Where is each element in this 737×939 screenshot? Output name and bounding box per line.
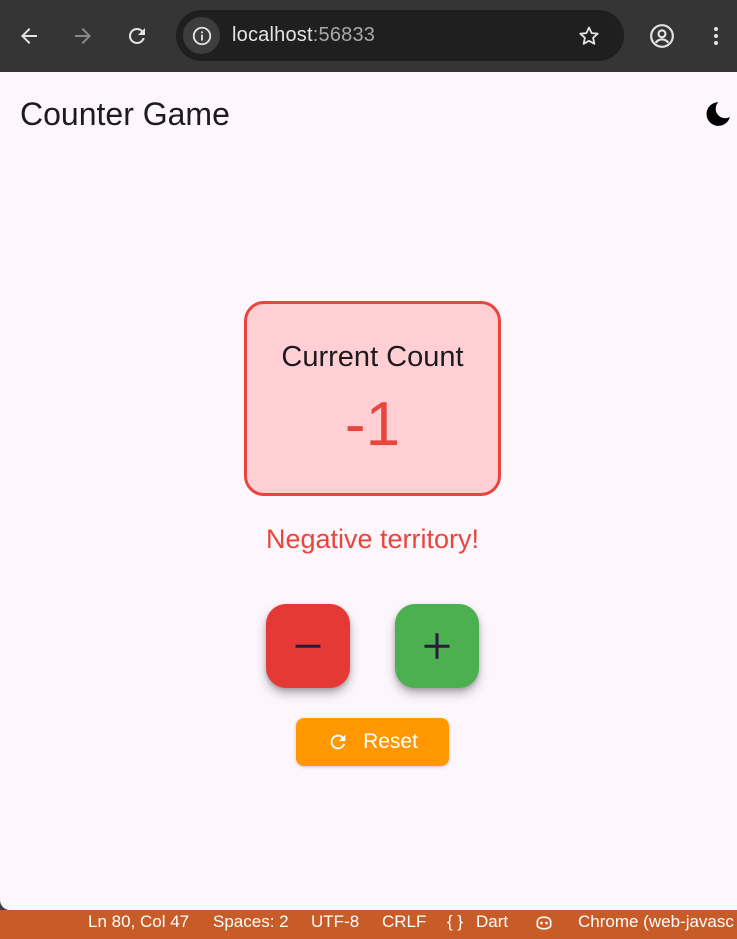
site-info-button[interactable] [183,17,220,54]
account-circle-icon [650,24,674,48]
info-icon [192,26,211,45]
line-ending-setting[interactable]: CRLF [382,911,426,933]
address-bar[interactable]: localhost:56833 [176,10,624,61]
arrow-left-icon [21,28,37,44]
refresh-icon [330,734,346,750]
count-card: Current Count -1 [244,301,501,496]
reset-label: Reset [363,730,418,753]
reset-button[interactable]: Reset [296,718,449,766]
url-host: localhost [232,24,313,46]
browser-toolbar: localhost:56833 [0,0,737,72]
decrement-button[interactable] [266,604,350,688]
reload-button[interactable] [117,16,157,56]
moon-icon [706,102,730,126]
cursor-position[interactable]: Ln 80, Col 47 [88,911,189,933]
target-device[interactable]: Chrome (web-javasc [578,911,734,933]
bookmark-button[interactable] [576,23,602,49]
count-value: -1 [344,390,401,459]
count-label: Current Count [281,341,464,373]
arrow-right-icon [75,28,91,44]
copilot-icon[interactable] [534,913,554,939]
language-braces-icon: { } [447,912,464,931]
url-port: :56833 [312,24,376,46]
language-mode[interactable]: Dart [476,911,508,933]
more-vert-icon [714,27,718,45]
increment-button[interactable] [395,604,479,688]
plus-icon [424,633,450,659]
app-title: Counter Game [20,96,230,132]
reload-icon [128,27,145,44]
forward-button[interactable] [63,16,103,56]
status-message: Negative territory! [265,524,480,554]
browser-menu-button[interactable] [696,16,736,56]
back-button[interactable] [9,16,49,56]
theme-toggle-button[interactable] [698,94,737,134]
app-surface: Counter Game Current Count -1 Negative t… [0,72,737,910]
profile-button[interactable] [642,16,682,56]
indentation-setting[interactable]: Spaces: 2 [213,911,289,933]
star-icon [579,26,599,45]
minus-icon [295,644,321,648]
status-bar: Ln 80, Col 47 Spaces: 2 UTF-8 CRLF { } D… [0,910,737,939]
encoding-setting[interactable]: UTF-8 [311,911,359,933]
url-text[interactable]: localhost:56833 [232,23,375,47]
